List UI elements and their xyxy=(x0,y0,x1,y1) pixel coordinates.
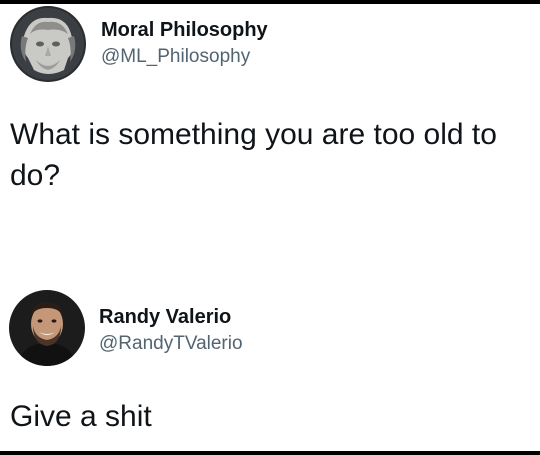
tweet-text: Give a shit xyxy=(10,400,152,433)
display-name[interactable]: Moral Philosophy xyxy=(101,18,268,42)
tweet-card-2[interactable]: Randy Valerio @RandyTValerio Give a shit xyxy=(0,282,540,451)
bottom-frame-border xyxy=(0,451,540,455)
person-portrait-avatar-icon xyxy=(9,290,85,366)
statue-bust-avatar-icon xyxy=(10,6,86,82)
tweet-text: What is something you are too old to do? xyxy=(10,118,497,192)
display-name[interactable]: Randy Valerio xyxy=(99,305,231,329)
tweet-card-1[interactable]: Moral Philosophy @ML_Philosophy What is … xyxy=(0,4,540,244)
user-handle[interactable]: @ML_Philosophy xyxy=(101,45,250,69)
avatar[interactable] xyxy=(10,6,86,82)
avatar[interactable] xyxy=(9,290,85,366)
user-handle[interactable]: @RandyTValerio xyxy=(99,332,243,356)
